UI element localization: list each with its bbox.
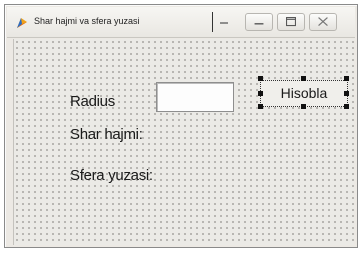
sfera-yuzasi-label: Sfera yuzasi: (70, 167, 153, 184)
selection-handle-ml[interactable] (258, 91, 263, 96)
app-icon (17, 18, 27, 28)
selection-handle-tr[interactable] (344, 76, 349, 81)
selection-handle-tl[interactable] (258, 76, 263, 81)
form-window: Shar hajmi va sfera yuzasi Radius Hisobl… (4, 4, 358, 248)
hisobla-button[interactable]: Hisobla (260, 80, 348, 107)
radius-input[interactable] (156, 82, 234, 112)
close-icon[interactable] (309, 13, 337, 31)
maximize-icon[interactable] (277, 13, 305, 31)
selection-handle-tc[interactable] (301, 76, 306, 81)
title-bar[interactable]: Shar hajmi va sfera yuzasi (7, 7, 355, 38)
title-cursor (212, 12, 213, 32)
separator-dash (220, 22, 228, 24)
window-title: Shar hajmi va sfera yuzasi (34, 16, 140, 26)
selection-handle-bc[interactable] (301, 104, 306, 109)
form-design-surface: Radius Hisobla Shar hajmi: Sfera yuzasi: (13, 39, 354, 245)
minimize-icon[interactable] (245, 13, 273, 31)
selection-handle-bl[interactable] (258, 104, 263, 109)
shar-hajmi-label: Shar hajmi: (70, 126, 143, 143)
selection-handle-br[interactable] (344, 104, 349, 109)
selection-handle-mr[interactable] (344, 91, 349, 96)
radius-label: Radius (70, 93, 115, 110)
